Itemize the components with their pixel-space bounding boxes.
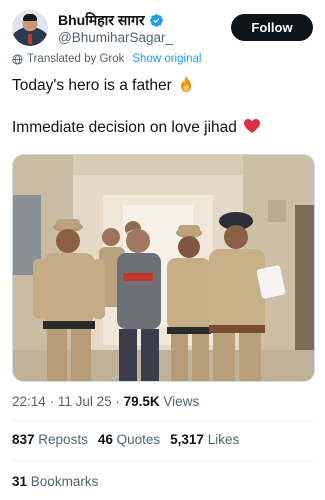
reposts-label: Reposts — [38, 432, 88, 447]
police-escort-photo — [13, 155, 314, 381]
verified-badge-icon — [149, 14, 163, 27]
views-label: Views — [163, 394, 200, 409]
tweet-text-line-2: Immediate decision on love jihad — [12, 119, 261, 137]
tweet-header: Bhuमिहार सागर @BhumiharSagar_ Follow — [12, 10, 313, 50]
name-row: Bhuमिहार सागर — [58, 11, 164, 30]
tweet-meta: 22:14 · 11 Jul 25 · 79.5K Views — [12, 394, 200, 409]
likes-count: 5,317 — [170, 432, 204, 447]
bookmarks-stat[interactable]: 31 Bookmarks — [12, 474, 98, 489]
follow-button[interactable]: Follow — [231, 14, 313, 41]
engagement-stats: 837 Reposts 46 Quotes 5,317 Likes — [12, 432, 239, 447]
show-original-link[interactable]: Show original — [132, 53, 201, 65]
red-heart-emoji-icon — [244, 119, 261, 133]
bookmarks-label: Bookmarks — [30, 474, 99, 489]
tweet-photo[interactable] — [12, 154, 315, 382]
tweet-text-1: Today's hero is a father — [12, 77, 172, 94]
translation-bar: Translated by Grok Show original — [12, 53, 201, 65]
translated-label: Translated by Grok — [27, 53, 125, 65]
tweet-text-2: Immediate decision on love jihad — [12, 119, 237, 136]
globe-icon — [12, 53, 23, 65]
divider — [12, 460, 313, 461]
bookmarks-count: 31 — [12, 474, 28, 489]
handle[interactable]: @BhumiharSagar_ — [58, 30, 173, 45]
quotes-label: Quotes — [116, 432, 161, 447]
quotes-stat[interactable]: 46 Quotes — [98, 432, 160, 447]
tweet-time[interactable]: 22:14 — [12, 394, 46, 409]
divider — [12, 420, 313, 421]
reposts-count: 837 — [12, 432, 35, 447]
views-count: 79.5K — [123, 394, 160, 409]
avatar[interactable] — [12, 10, 48, 46]
likes-stat[interactable]: 5,317 Likes — [170, 432, 239, 447]
reposts-stat[interactable]: 837 Reposts — [12, 432, 88, 447]
quotes-count: 46 — [97, 432, 113, 447]
fire-emoji-icon — [181, 76, 192, 92]
tweet-date[interactable]: 11 Jul 25 — [58, 394, 112, 409]
display-name[interactable]: Bhuमिहार सागर — [58, 11, 145, 30]
likes-label: Likes — [207, 432, 240, 447]
tweet-text-line-1: Today's hero is a father — [12, 76, 193, 95]
